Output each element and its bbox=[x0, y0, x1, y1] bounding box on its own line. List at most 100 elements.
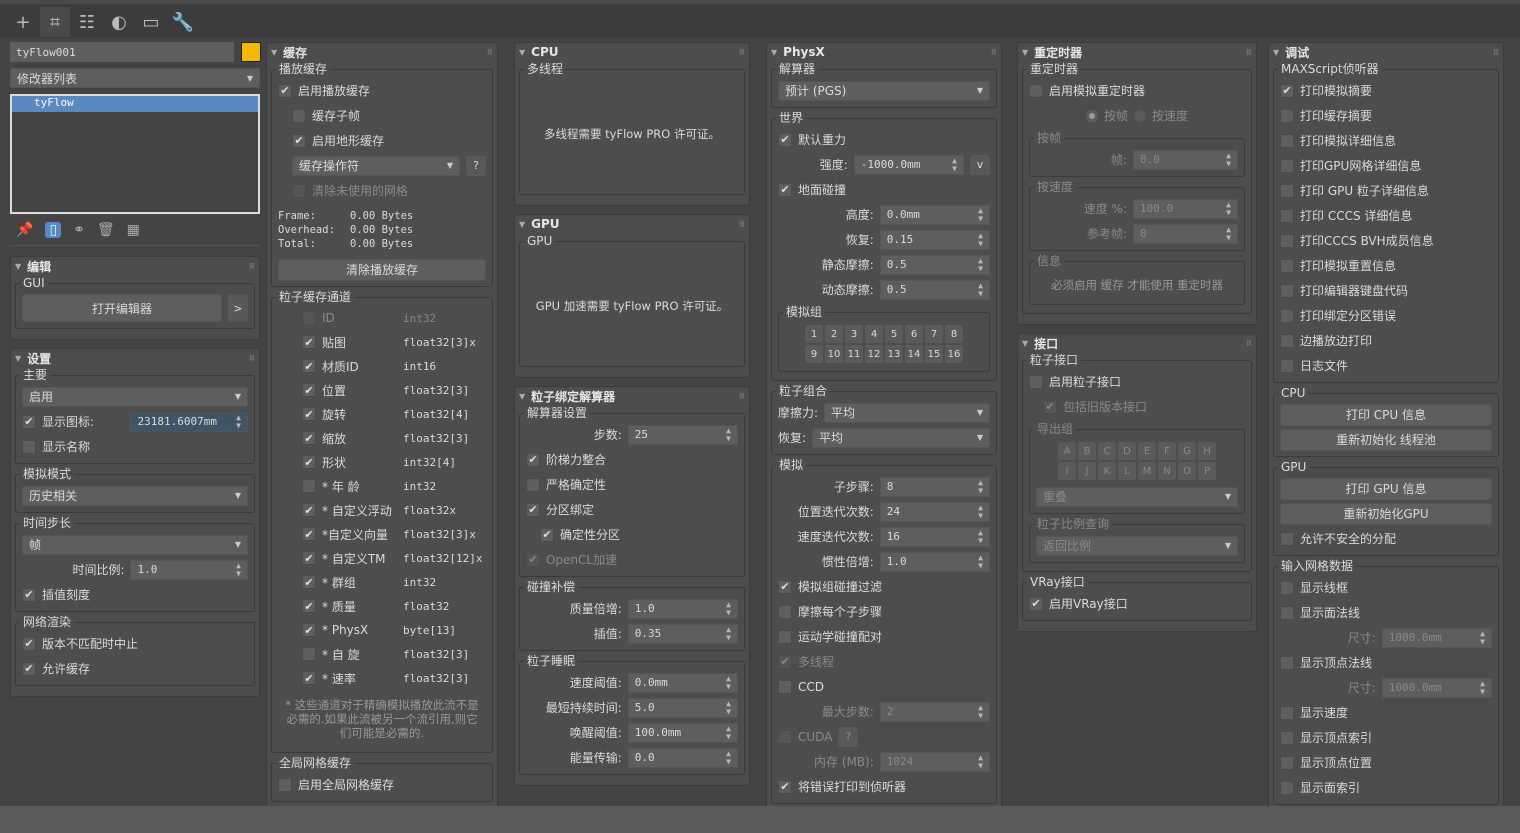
checkbox-box[interactable] bbox=[1280, 655, 1294, 670]
checkbox-row[interactable]: 打印 CCCS 详细信息 bbox=[1280, 203, 1492, 228]
spinner-input[interactable]: 8 ▲ ▼ bbox=[879, 476, 990, 497]
group-toggle-button[interactable]: I bbox=[1058, 462, 1076, 480]
group-toggle-button[interactable]: 12 bbox=[865, 345, 883, 363]
checkbox-row[interactable]: ✔ 模拟组碰撞过滤 bbox=[778, 574, 990, 599]
collapse-triangle-icon[interactable]: ▼ bbox=[771, 48, 777, 57]
checkbox-box[interactable]: ✔ bbox=[778, 654, 792, 669]
spinner-input[interactable]: 0.5 ▲ ▼ bbox=[879, 279, 990, 300]
dropdown[interactable]: 重叠 ▼ bbox=[1036, 486, 1238, 507]
spinner-input[interactable]: 1000.0mm ▲ ▼ bbox=[1381, 627, 1492, 648]
spinner-arrows-icon[interactable]: ▲ ▼ bbox=[726, 749, 731, 766]
action-button[interactable]: 重新初始化 线程池 bbox=[1280, 428, 1492, 451]
checkbox-box[interactable]: ✔ bbox=[302, 671, 316, 685]
tab-display[interactable]: ▭ bbox=[136, 7, 166, 37]
checkbox-box[interactable]: ✔ bbox=[302, 527, 316, 541]
checkbox-box[interactable] bbox=[1280, 233, 1294, 248]
spinner-input[interactable]: 0.15 ▲ ▼ bbox=[879, 229, 990, 250]
checkbox-box[interactable] bbox=[778, 679, 792, 694]
spinner-input[interactable]: 2 ▲ ▼ bbox=[879, 701, 990, 722]
spinner-arrows-icon[interactable]: ▲ ▼ bbox=[1226, 151, 1231, 168]
drag-grip-icon[interactable]: ⠿ bbox=[739, 220, 745, 229]
checkbox-box[interactable]: ✔ bbox=[302, 599, 316, 613]
checkbox-box[interactable] bbox=[1280, 730, 1294, 745]
cache-channel-row[interactable]: ✔ 材质ID int16 bbox=[278, 354, 486, 378]
cache-channel-row[interactable]: ✔ * 速率 float32[3] bbox=[278, 666, 486, 690]
rollout-header[interactable]: ▼ 粒子绑定解算器 ⠿ bbox=[519, 387, 745, 405]
tab-modify[interactable]: ⌗ bbox=[40, 7, 70, 37]
spinner-arrows-icon[interactable]: ▲ ▼ bbox=[726, 625, 731, 642]
checkbox-box[interactable] bbox=[526, 477, 540, 492]
group-toggle-button[interactable]: 15 bbox=[925, 345, 943, 363]
group-toggle-button[interactable]: 2 bbox=[825, 325, 843, 343]
checkbox-box[interactable]: ✔ bbox=[302, 407, 316, 421]
checkbox-row[interactable]: 显示速度 bbox=[1280, 700, 1492, 725]
checkbox-box[interactable] bbox=[278, 777, 292, 792]
checkbox-box[interactable]: ✔ bbox=[1280, 83, 1294, 98]
spinner-arrows-icon[interactable]: ▲ ▼ bbox=[978, 503, 983, 520]
cache-channel-row[interactable]: ✔ 位置 float32[3] bbox=[278, 378, 486, 402]
rollout-header[interactable]: ▼ 编辑 ⠿ bbox=[15, 257, 255, 275]
checkbox-box[interactable] bbox=[1280, 531, 1294, 546]
checkbox-box[interactable] bbox=[1280, 605, 1294, 620]
drag-grip-icon[interactable]: ⠿ bbox=[249, 262, 255, 271]
checkbox-box[interactable] bbox=[1280, 755, 1294, 770]
spinner-arrows-icon[interactable]: ▲ ▼ bbox=[978, 753, 983, 770]
checkbox-row[interactable]: ✔ 启用地形缓存 bbox=[278, 128, 486, 153]
spinner-arrows-icon[interactable]: ▲ ▼ bbox=[978, 281, 983, 298]
collapse-triangle-icon[interactable]: ▼ bbox=[519, 48, 525, 57]
group-toggle-button[interactable]: 10 bbox=[825, 345, 843, 363]
spinner-arrows-icon[interactable]: ▲ ▼ bbox=[978, 553, 983, 570]
checkbox-row[interactable]: ✔ 分区绑定 bbox=[526, 497, 738, 522]
checkbox-box[interactable]: ✔ bbox=[302, 455, 316, 469]
checkbox-row[interactable]: 允许不安全的分配 bbox=[1280, 526, 1492, 551]
help-button[interactable]: ? bbox=[838, 726, 859, 747]
checkbox-row[interactable]: ✔ 启用VRay接口 bbox=[1029, 591, 1245, 616]
checkbox-box[interactable] bbox=[292, 108, 306, 123]
cache-channel-row[interactable]: ✔ 形状 int32[4] bbox=[278, 450, 486, 474]
checkbox-row[interactable]: 打印模拟重置信息 bbox=[1280, 253, 1492, 278]
spinner-arrows-icon[interactable]: ▲ ▼ bbox=[236, 561, 241, 578]
vector-button[interactable]: v bbox=[970, 154, 990, 175]
spinner-arrows-icon[interactable]: ▲ ▼ bbox=[1480, 679, 1485, 696]
dropdown[interactable]: 预计 (PGS) ▼ bbox=[778, 80, 990, 101]
spinner-input[interactable]: 1024 ▲ ▼ bbox=[879, 751, 990, 772]
checkbox-row[interactable]: 清除未使用的网格 bbox=[278, 178, 486, 203]
checkbox-box[interactable]: ✔ bbox=[292, 133, 306, 148]
group-toggle-button[interactable]: F bbox=[1158, 442, 1176, 460]
group-toggle-button[interactable]: 13 bbox=[885, 345, 903, 363]
cache-channel-row[interactable]: ✔ * PhysX byte[13] bbox=[278, 618, 486, 642]
spinner-input[interactable]: -1000.0mm ▲ ▼ bbox=[853, 154, 964, 175]
checkbox-row[interactable]: ✔ 插值刻度 bbox=[22, 582, 248, 607]
checkbox-row[interactable]: ✔ 阶梯力整合 bbox=[526, 447, 738, 472]
object-color-swatch[interactable] bbox=[241, 42, 261, 62]
group-toggle-button[interactable]: O bbox=[1178, 462, 1196, 480]
remove-modifier-icon[interactable]: 🗑 bbox=[97, 222, 115, 238]
dropdown[interactable]: 帧 ▼ bbox=[22, 534, 248, 555]
dropdown[interactable]: 平均 ▼ bbox=[824, 402, 990, 423]
drag-grip-icon[interactable]: ⠿ bbox=[739, 48, 745, 57]
drag-grip-icon[interactable]: ⠿ bbox=[249, 354, 255, 363]
checkbox-box[interactable]: ✔ bbox=[526, 502, 540, 517]
collapse-triangle-icon[interactable]: ▼ bbox=[15, 262, 21, 271]
drag-grip-icon[interactable]: ⠿ bbox=[991, 48, 997, 57]
checkbox-box[interactable] bbox=[1029, 374, 1043, 389]
dropdown[interactable]: 平均 ▼ bbox=[812, 427, 990, 448]
checkbox-row[interactable]: 打印绑定分区错误 bbox=[1280, 303, 1492, 328]
checkbox-box[interactable] bbox=[778, 729, 792, 744]
checkbox-row[interactable]: ✔ 默认重力 bbox=[778, 127, 990, 152]
checkbox-row[interactable]: 打印GPU网格详细信息 bbox=[1280, 153, 1492, 178]
checkbox-box[interactable] bbox=[1029, 83, 1043, 98]
checkbox-row[interactable]: ✔ 版本不匹配时中止 bbox=[22, 631, 248, 656]
group-toggle-button[interactable]: 4 bbox=[865, 325, 883, 343]
checkbox-box[interactable]: ✔ bbox=[302, 575, 316, 589]
checkbox-row[interactable]: CCD bbox=[778, 674, 990, 699]
group-toggle-button[interactable]: 16 bbox=[945, 345, 963, 363]
collapse-triangle-icon[interactable]: ▼ bbox=[1022, 339, 1028, 348]
dropdown[interactable]: 返回比例 ▼ bbox=[1036, 535, 1238, 556]
cache-channel-row[interactable]: ✔ *自定义向量 float32[3]x bbox=[278, 522, 486, 546]
spinner-arrows-icon[interactable]: ▲ ▼ bbox=[726, 674, 731, 691]
group-toggle-button[interactable]: P bbox=[1198, 462, 1216, 480]
spinner-input[interactable]: 0.35 ▲ ▼ bbox=[627, 623, 738, 644]
action-button[interactable]: 打印 CPU 信息 bbox=[1280, 403, 1492, 426]
checkbox-row[interactable]: 边播放边打印 bbox=[1280, 328, 1492, 353]
